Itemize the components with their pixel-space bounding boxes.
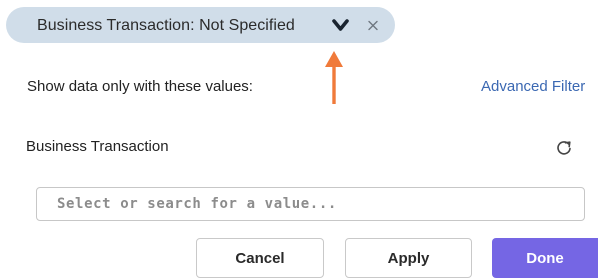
close-icon[interactable]: [366, 17, 380, 33]
filter-instruction: Show data only with these values:: [27, 78, 253, 95]
refresh-icon[interactable]: [555, 139, 573, 157]
done-button[interactable]: Done: [492, 238, 598, 278]
filter-chip-label: Business Transaction: Not Specified: [37, 17, 295, 34]
filter-chip[interactable]: Business Transaction: Not Specified: [6, 7, 395, 43]
annotation-arrow-icon: [325, 51, 343, 104]
search-input[interactable]: [36, 187, 585, 221]
apply-button[interactable]: Apply: [345, 238, 472, 278]
chevron-down-icon[interactable]: [332, 18, 349, 33]
cancel-button[interactable]: Cancel: [196, 238, 324, 278]
advanced-filter-link[interactable]: Advanced Filter: [481, 78, 585, 95]
section-title: Business Transaction: [26, 138, 169, 155]
